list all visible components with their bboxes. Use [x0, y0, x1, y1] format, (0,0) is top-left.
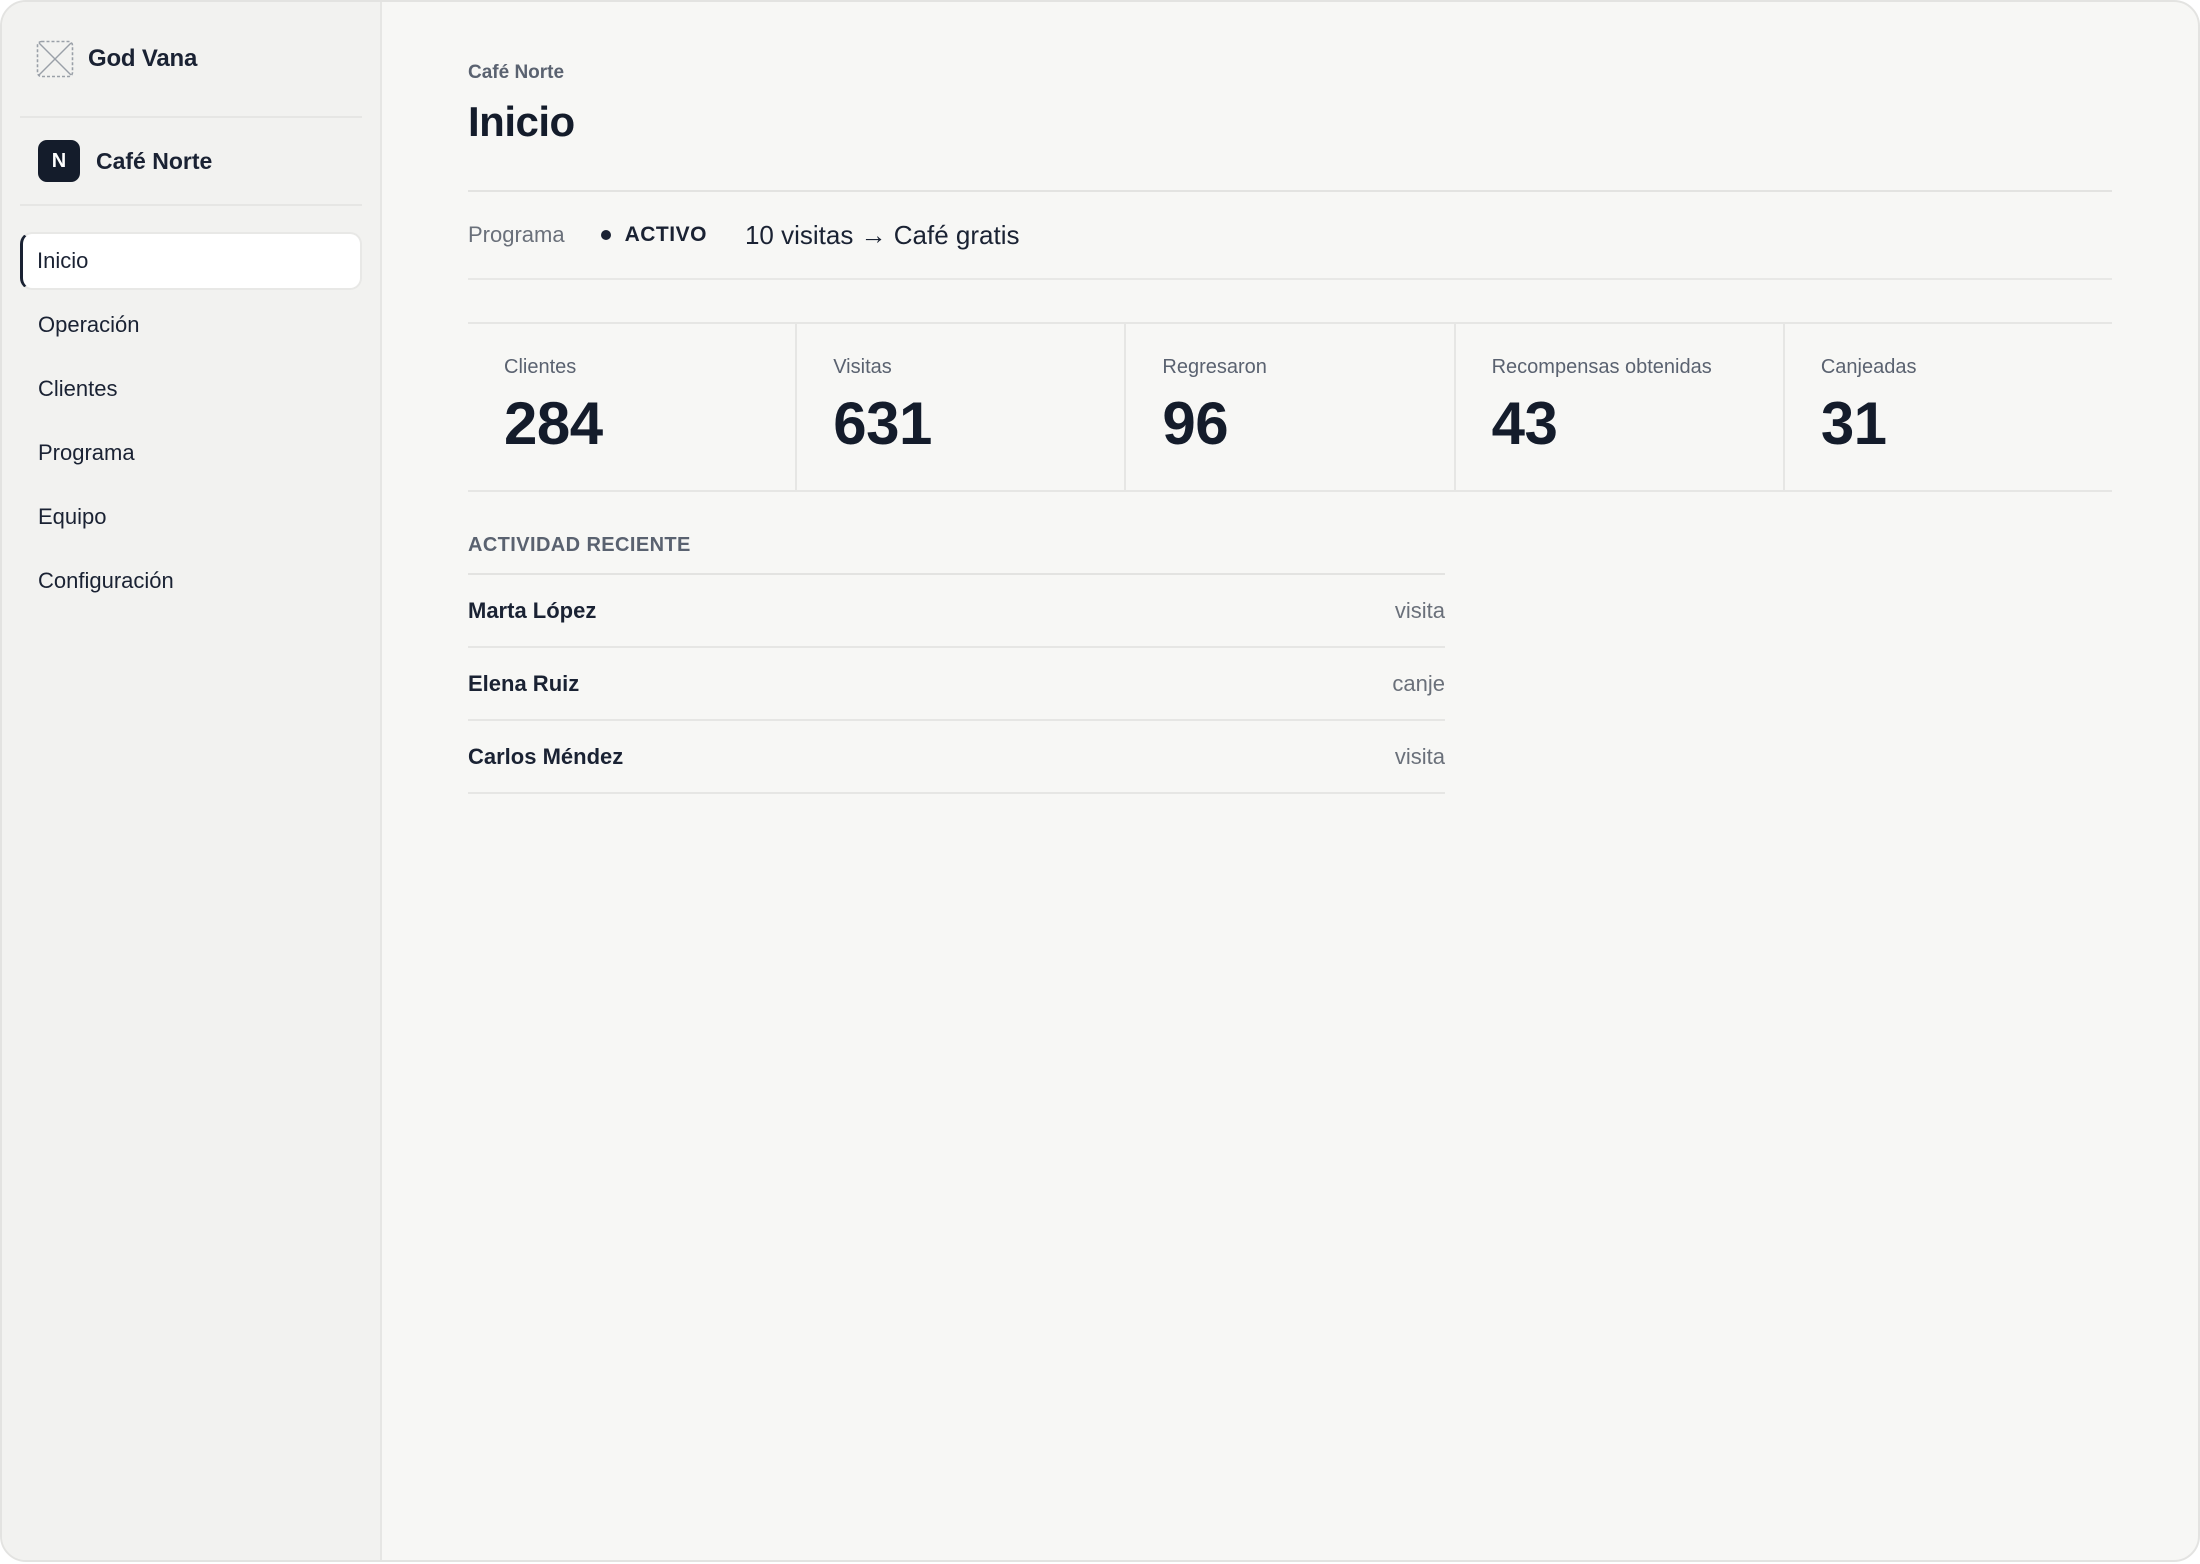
stat-label: Regresaron — [1162, 356, 1267, 378]
stat-visitas: Visitas 631 — [797, 324, 1127, 490]
sidebar-item-configuracion[interactable]: Configuración — [20, 552, 362, 610]
stat-label: Clientes — [504, 356, 577, 378]
sidebar-item-programa[interactable]: Programa — [20, 424, 362, 482]
breadcrumb[interactable]: Café Norte — [468, 62, 2112, 84]
stat-clientes: Clientes 284 — [468, 324, 798, 490]
activity-customer-name: Marta López — [468, 597, 597, 623]
stat-label: Recompensas obtenidas — [1491, 356, 1712, 378]
org-switcher[interactable]: N Café Norte — [20, 118, 362, 206]
program-status-row: Programa ACTIVO 10 visitas → Café gratis — [468, 192, 2112, 280]
page-title: Inicio — [468, 98, 575, 145]
brand: God Vana — [20, 2, 362, 118]
activity-customer-name: Elena Ruiz — [468, 670, 580, 696]
sidebar: God Vana N Café Norte Inicio Operación C… — [2, 2, 382, 1560]
stat-canjeadas: Canjeadas 31 — [1785, 324, 2112, 490]
sidebar-item-operacion[interactable]: Operación — [20, 296, 362, 354]
program-label: Programa — [468, 222, 565, 247]
activity-type: canje — [1392, 670, 1445, 696]
activity-type: visita — [1394, 597, 1445, 623]
brand-name: God Vana — [88, 45, 198, 72]
sidebar-item-label: Programa — [38, 440, 135, 465]
sidebar-item-equipo[interactable]: Equipo — [20, 488, 362, 546]
stat-label: Canjeadas — [1820, 356, 1917, 378]
sidebar-item-inicio[interactable]: Inicio — [20, 232, 362, 290]
sidebar-item-label: Equipo — [38, 504, 107, 529]
stat-regresaron: Regresaron 96 — [1126, 324, 1456, 490]
placeholder-logo-icon — [36, 40, 74, 78]
sidebar-item-label: Configuración — [38, 568, 174, 593]
sidebar-item-label: Clientes — [38, 376, 118, 401]
org-name: Café Norte — [96, 147, 213, 174]
activity-row[interactable]: Carlos Méndez visita — [468, 721, 1445, 794]
status-dot-icon — [600, 230, 611, 240]
sidebar-item-label: Inicio — [37, 248, 89, 273]
main-content: Café Norte Inicio Programa ACTIVO 10 vis… — [382, 2, 2198, 1560]
sidebar-item-label: Operación — [38, 312, 140, 337]
app-window: God Vana N Café Norte Inicio Operación C… — [0, 0, 2200, 1562]
activity-row[interactable]: Marta López visita — [468, 575, 1445, 648]
sidebar-nav: Inicio Operación Clientes Programa Equip… — [20, 232, 362, 610]
stat-value: 284 — [504, 390, 603, 457]
stat-value: 43 — [1491, 390, 1558, 457]
activity-row[interactable]: Elena Ruiz canje — [468, 648, 1445, 721]
status-badge: ACTIVO — [624, 223, 707, 246]
sidebar-item-clientes[interactable]: Clientes — [20, 360, 362, 418]
stat-value: 631 — [833, 390, 932, 457]
org-avatar: N — [38, 140, 80, 182]
stats-row: Clientes 284 Visitas 631 Regresaron 96 R… — [468, 322, 2112, 492]
stat-value: 96 — [1162, 390, 1229, 457]
recent-activity: ACTIVIDAD RECIENTE Marta López visita El… — [468, 534, 1445, 794]
activity-customer-name: Carlos Méndez — [468, 743, 624, 769]
program-description: 10 visitas → Café gratis — [744, 219, 1020, 250]
section-title: ACTIVIDAD RECIENTE — [468, 534, 1445, 575]
stat-value: 31 — [1820, 390, 1887, 457]
activity-type: visita — [1394, 743, 1445, 769]
stat-label: Visitas — [833, 356, 892, 378]
stat-recompensas: Recompensas obtenidas 43 — [1456, 324, 1785, 490]
